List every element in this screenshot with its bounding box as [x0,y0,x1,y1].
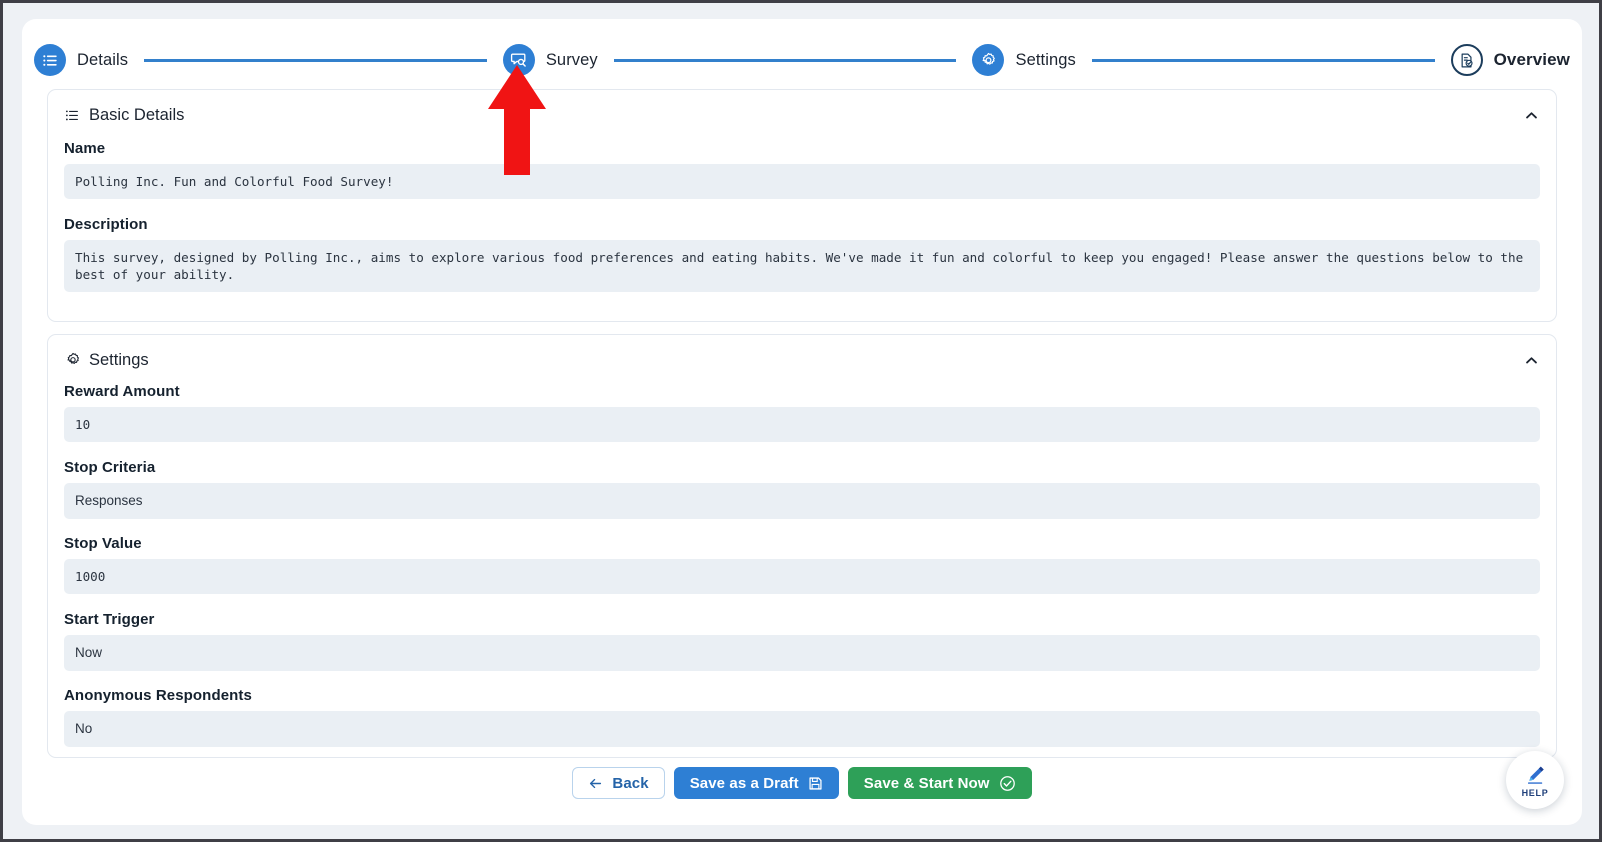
step-label-settings: Settings [1015,50,1076,69]
field-value-description: This survey, designed by Polling Inc., a… [64,240,1540,292]
list-icon [34,44,66,76]
field-description: Description This survey, designed by Pol… [48,216,1556,292]
wizard-actions: Back Save as a Draft Save & Start Now [22,767,1582,799]
field-label-reward-amount: Reward Amount [64,383,180,400]
save-as-draft-button-label: Save as a Draft [689,774,799,792]
help-button[interactable]: HELP [1506,751,1564,809]
wizard-stepper: Details Survey Settings Overview [34,33,1570,87]
field-reward-amount: Reward Amount 10 [48,383,1556,442]
gear-icon [972,44,1005,76]
field-stop-criteria: Stop Criteria Responses [48,459,1556,520]
basic-details-panel: Basic Details Name Polling Inc. Fun and … [47,89,1557,322]
chevron-up-icon[interactable] [1522,351,1540,369]
step-details[interactable]: Details [34,44,128,76]
app-card: Details Survey Settings Overview Basic D… [22,19,1582,825]
floppy-disk-icon [809,776,822,790]
save-and-start-now-button[interactable]: Save & Start Now [847,767,1032,799]
settings-panel: Settings Reward Amount 10 Stop Criteria … [47,334,1557,758]
arrow-left-icon [590,778,602,788]
document-check-icon [1450,44,1483,76]
field-value-anonymous-respondents: No [64,711,1540,748]
field-anonymous-respondents: Anonymous Respondents No [48,687,1556,748]
survey-search-icon [502,44,535,76]
field-value-reward-amount: 10 [64,407,1540,442]
step-settings[interactable]: Settings [972,44,1076,76]
step-overview[interactable]: Overview [1450,44,1570,76]
help-button-label: HELP [1521,787,1549,798]
pen-icon [1528,766,1544,784]
step-label-survey: Survey [545,50,598,69]
field-start-trigger: Start Trigger Now [48,611,1556,672]
check-circle-icon [999,775,1015,791]
settings-title: Settings [89,350,149,369]
app-window: Details Survey Settings Overview Basic D… [0,0,1602,842]
step-label-overview: Overview [1493,50,1570,69]
field-label-start-trigger: Start Trigger [64,611,155,628]
step-connector-1 [144,58,487,62]
step-label-details: Details [77,50,129,69]
field-label-stop-value: Stop Value [64,535,142,552]
settings-title-group: Settings [64,351,149,370]
step-connector-3 [1091,58,1435,62]
field-label-description: Description [64,216,148,233]
basic-details-header[interactable]: Basic Details [48,97,1556,133]
field-value-stop-criteria: Responses [64,483,1540,520]
back-button-label: Back [612,774,649,792]
field-value-stop-value: 1000 [64,559,1540,594]
settings-header[interactable]: Settings [48,342,1556,378]
chevron-up-icon[interactable] [1522,106,1540,124]
back-button[interactable]: Back [572,767,665,799]
field-value-name: Polling Inc. Fun and Colorful Food Surve… [64,164,1540,199]
field-name: Name Polling Inc. Fun and Colorful Food … [48,140,1556,199]
step-survey[interactable]: Survey [502,44,598,76]
gear-icon [64,352,81,369]
field-label-anonymous-respondents: Anonymous Respondents [64,687,252,704]
field-value-start-trigger: Now [64,635,1540,672]
save-and-start-now-button-label: Save & Start Now [863,774,990,792]
basic-details-title-group: Basic Details [64,106,184,125]
field-stop-value: Stop Value 1000 [48,535,1556,594]
save-as-draft-button[interactable]: Save as a Draft [673,767,839,799]
list-bullets-icon [64,107,81,124]
field-label-name: Name [64,140,106,157]
basic-details-title: Basic Details [89,105,185,124]
step-connector-2 [613,58,957,62]
field-label-stop-criteria: Stop Criteria [64,459,156,476]
